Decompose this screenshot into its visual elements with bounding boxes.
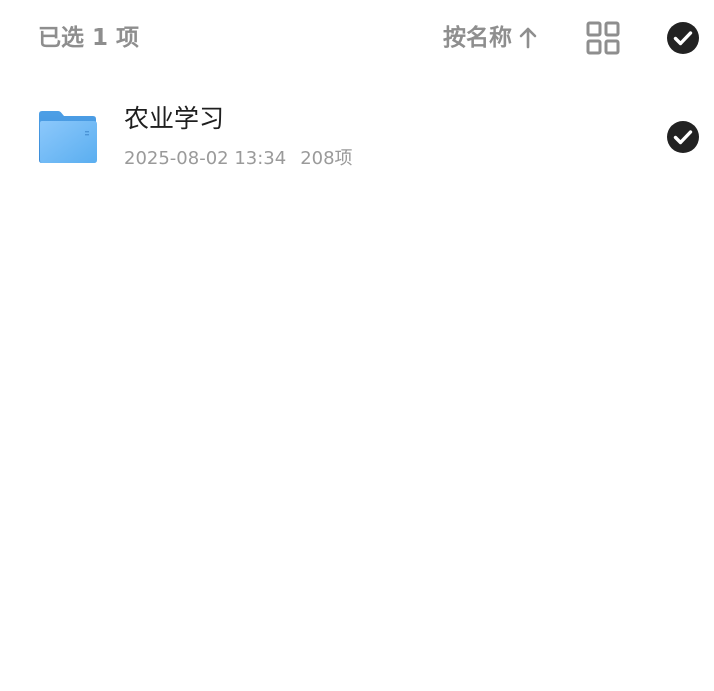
- folder-meta: 2025-08-02 13:34 208项: [124, 146, 353, 172]
- check-circle-icon: [667, 22, 699, 54]
- grid-view-icon: [586, 21, 620, 55]
- item-selected-checkbox[interactable]: [666, 120, 700, 154]
- selected-count-label: 已选 1 项: [38, 25, 140, 51]
- file-selection-screen: 已选 1 项 按名称 农业学习 2025-08-02 13:34 208项: [0, 0, 714, 691]
- sort-label: 按名称: [443, 25, 512, 51]
- file-list: 农业学习 2025-08-02 13:34 208项: [0, 90, 714, 186]
- check-circle-icon: [667, 121, 699, 153]
- select-all-button[interactable]: [666, 21, 700, 55]
- modified-date: 2025-08-02 13:34: [124, 148, 287, 169]
- folder-name: 农业学习: [124, 104, 225, 133]
- item-count: 208项: [300, 148, 353, 169]
- folder-icon: [38, 110, 98, 164]
- list-item-folder[interactable]: 农业学习 2025-08-02 13:34 208项: [0, 90, 714, 186]
- arrow-up-icon: [518, 27, 538, 49]
- sort-by-name-button[interactable]: 按名称: [443, 22, 538, 54]
- grid-view-button[interactable]: [586, 21, 620, 55]
- selection-toolbar: 已选 1 项 按名称: [0, 0, 714, 78]
